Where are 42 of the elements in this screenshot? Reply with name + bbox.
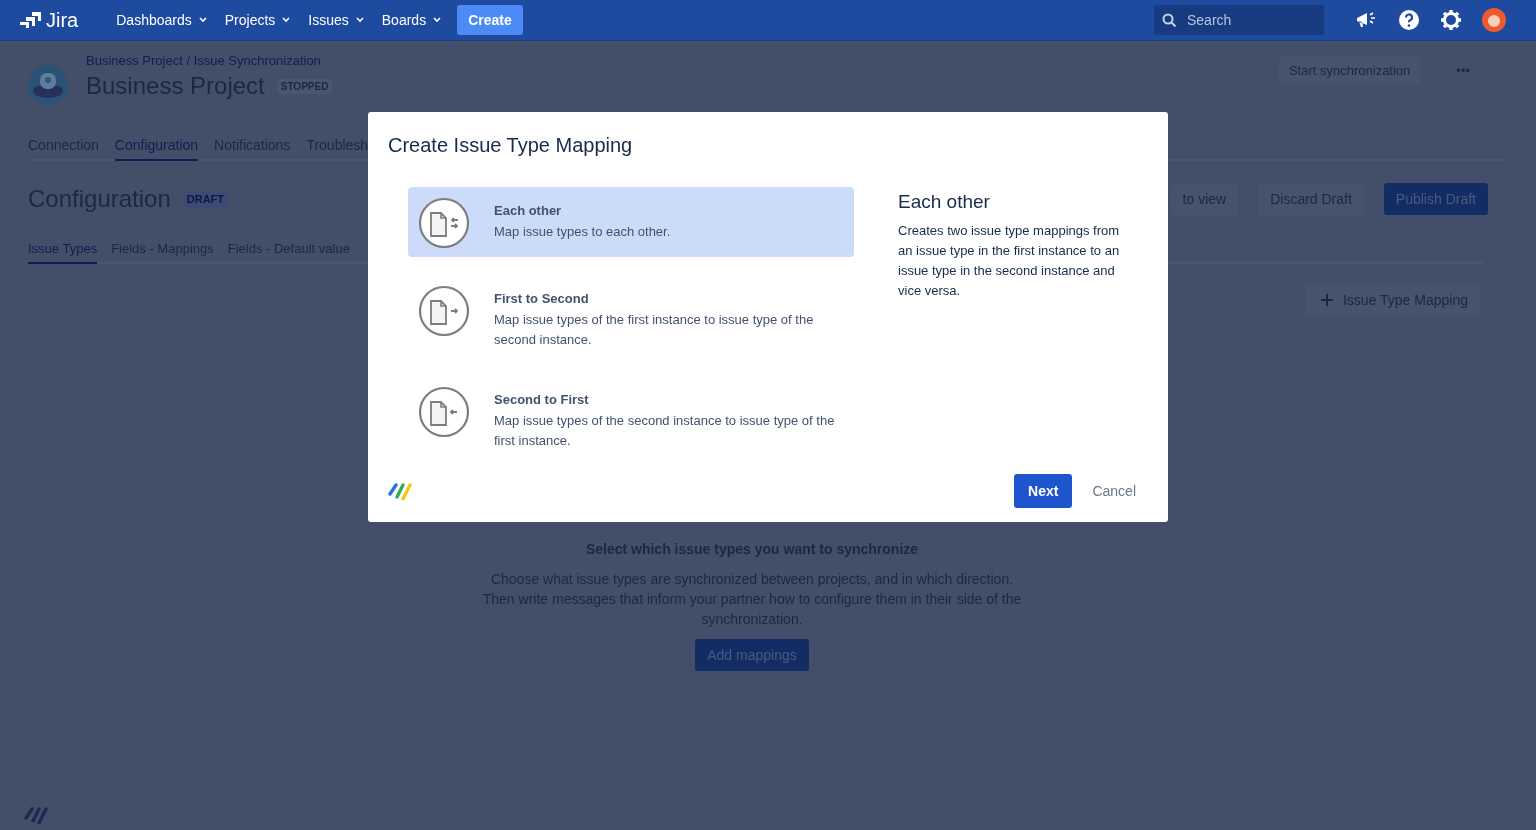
mapping-option[interactable]: First to Second Map issue types of the first instance to issue type of the second instance. — [408, 275, 854, 358]
option-title: Second to First — [494, 392, 590, 407]
search-field[interactable]: Search — [1154, 5, 1324, 35]
jira-logo[interactable]: Jira — [20, 8, 79, 32]
chevron-down-icon — [433, 17, 442, 23]
avatar-icon[interactable] — [1482, 8, 1506, 32]
search-icon — [1162, 12, 1177, 28]
breadcrumb-link[interactable]: Business Project / Issue Synchronization — [86, 53, 333, 68]
mapping-option[interactable]: Second to First Map issue types of the second instance to issue type of the first instance. — [408, 376, 854, 459]
nav-menu[interactable]: Issues — [300, 6, 372, 34]
chevron-down-icon — [198, 17, 207, 23]
more-button[interactable]: ••• — [1452, 56, 1474, 85]
document-arrows-icon — [418, 386, 470, 438]
plus-icon — [1320, 294, 1333, 306]
next-button[interactable]: Next — [1014, 474, 1073, 508]
option-description: Map issue types to each other. — [494, 223, 671, 241]
settings-icon[interactable] — [1440, 9, 1462, 31]
modal-title: Create Issue Type Mapping — [388, 134, 634, 157]
help-icon[interactable] — [1398, 9, 1420, 31]
logo-text: Jira — [46, 8, 79, 32]
option-title: Each other — [494, 203, 563, 218]
detail-title: Each other — [898, 191, 991, 213]
nav-menu[interactable]: Projects — [216, 6, 299, 34]
option-description: Map issue types of the second instance to issue type of the first instance. — [494, 412, 836, 450]
search-input[interactable]: Search — [1185, 11, 1309, 29]
stripes-logo-icon — [24, 806, 48, 824]
nav-menu[interactable]: Boards — [373, 6, 450, 34]
option-description: Map issue types of the first instance to issue type of the second instance. — [494, 311, 815, 349]
option-title: First to Second — [494, 291, 590, 306]
create-button[interactable]: Create — [457, 5, 523, 35]
detail-text: Creates two issue type mappings from an issue type in the first instance to an issue type in the second instance and vice versa. — [898, 222, 1121, 300]
cancel-button[interactable]: Cancel — [1080, 474, 1148, 508]
mapping-option[interactable]: Each other Map issue types to each other. — [408, 187, 854, 257]
document-arrows-icon — [418, 285, 470, 337]
tab[interactable]: Configuration — [114, 133, 199, 161]
nav-menu[interactable]: Dashboards — [108, 6, 215, 34]
project-avatar-icon — [28, 65, 68, 105]
stripes-logo-icon — [388, 482, 412, 500]
document-arrows-icon — [418, 197, 470, 249]
logo-icon — [20, 11, 42, 29]
chevron-down-icon — [282, 17, 291, 23]
chevron-down-icon — [355, 17, 364, 23]
